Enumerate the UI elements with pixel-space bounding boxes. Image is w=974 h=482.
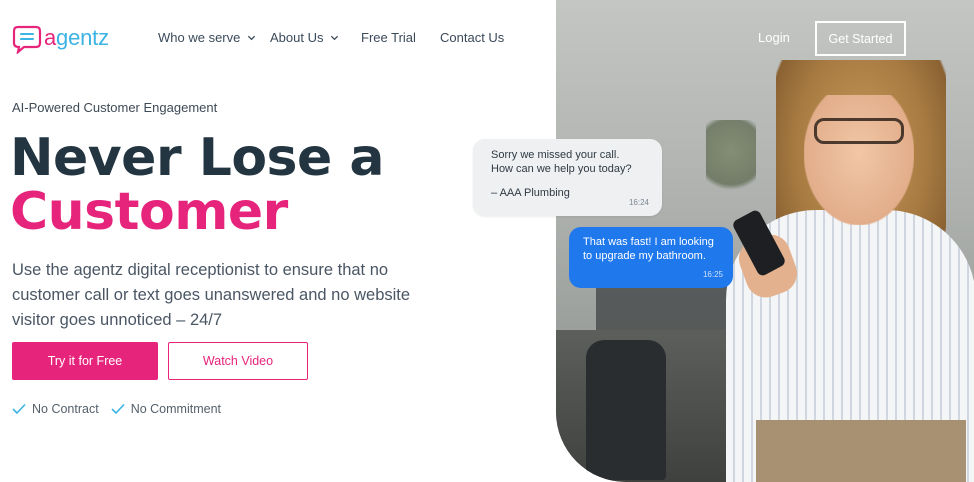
nav-who-we-serve[interactable]: Who we serve: [158, 30, 256, 45]
message-line: That was fast! I am looking: [583, 236, 714, 248]
nav-label: Contact Us: [440, 30, 505, 45]
try-free-button[interactable]: Try it for Free: [12, 342, 158, 380]
chevron-down-icon: [248, 35, 256, 41]
chevron-down-icon: [331, 35, 339, 41]
perk-item: No Contract: [12, 402, 99, 416]
checkmark-icon: [12, 403, 26, 415]
login-link[interactable]: Login: [758, 30, 790, 45]
brand-logo[interactable]: agentz: [12, 24, 109, 54]
incoming-message-bubble: Sorry we missed your call. How can we he…: [473, 139, 662, 216]
headline-line-1: Never Lose a: [10, 128, 384, 188]
chat-bubble-logo-icon: [12, 25, 42, 54]
photo-woman-glasses: [814, 118, 904, 144]
message-line: How can we help you today?: [491, 162, 632, 175]
hero-subtext: Use the agentz digital receptionist to e…: [12, 261, 411, 329]
watch-video-button[interactable]: Watch Video: [168, 342, 308, 380]
photo-plant: [706, 120, 756, 200]
hero-eyebrow: AI-Powered Customer Engagement: [12, 100, 218, 115]
nav-label: About Us: [270, 30, 324, 45]
perk-label: No Commitment: [130, 402, 221, 416]
perk-label: No Contract: [32, 402, 99, 416]
perk-item: No Commitment: [111, 402, 221, 416]
outgoing-message-bubble: That was fast! I am looking to upgrade m…: [569, 227, 733, 288]
nav-about-us[interactable]: About Us: [270, 30, 339, 45]
message-timestamp: 16:25: [702, 269, 723, 279]
headline-line-2: Customer: [10, 182, 288, 242]
nav-label: Who we serve: [158, 30, 241, 45]
photo-woman-pants: [756, 420, 966, 482]
logo-wordmark: agentz: [44, 25, 109, 50]
nav-label: Free Trial: [361, 30, 416, 45]
get-started-button[interactable]: Get Started: [815, 21, 906, 56]
photo-woman-face: [804, 95, 914, 225]
perks-list: No Contract No Commitment: [12, 402, 221, 416]
message-line: to upgrade my bathroom.: [583, 249, 706, 262]
nav-free-trial[interactable]: Free Trial: [361, 30, 416, 45]
nav-contact-us[interactable]: Contact Us: [440, 30, 504, 45]
message-signature: – AAA Plumbing: [491, 187, 570, 199]
checkmark-icon: [111, 403, 125, 415]
photo-chair: [586, 340, 666, 480]
hero-headline: Never Lose a Customer: [10, 131, 384, 239]
message-line: Sorry we missed your call.: [491, 149, 620, 161]
message-timestamp: 16:24: [628, 197, 649, 207]
